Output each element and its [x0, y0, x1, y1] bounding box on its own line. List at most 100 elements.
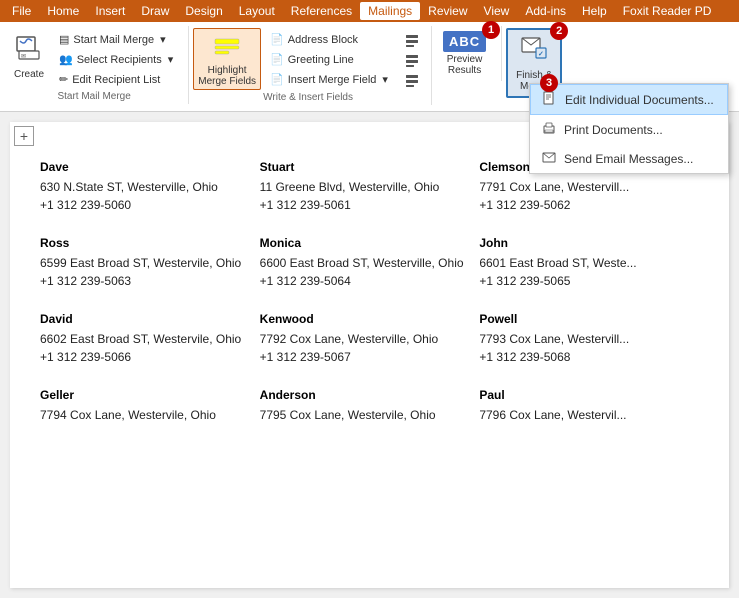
highlight-merge-fields-label: Highlight Merge Fields: [198, 65, 256, 87]
contact-address: 6602 East Broad ST, Westervile, Ohio: [40, 332, 250, 346]
menu-review[interactable]: Review: [420, 2, 475, 20]
contact-cell: Dave 630 N.State ST, Westerville, Ohio +1 …: [40, 152, 260, 228]
menu-draw[interactable]: Draw: [133, 2, 177, 20]
menu-addins[interactable]: Add-ins: [517, 2, 574, 20]
edit-individual-documents-item[interactable]: Edit Individual Documents...: [530, 84, 728, 115]
menu-help[interactable]: Help: [574, 2, 615, 20]
select-recipients-label: Select Recipients: [77, 54, 162, 66]
create-button[interactable]: ✉ Create: [8, 28, 50, 83]
start-mail-merge-label: Start Mail Merge: [73, 34, 154, 46]
send-email-label: Send Email Messages...: [564, 152, 693, 166]
insert-merge-field-icon: 📄: [270, 73, 284, 86]
contact-name: Geller: [40, 388, 250, 402]
menu-foxit[interactable]: Foxit Reader PD: [615, 2, 720, 20]
greeting-line-icon: 📄: [270, 53, 284, 66]
contact-phone: +1 312 239-5061: [260, 198, 470, 212]
edit-recipient-list-label: Edit Recipient List: [72, 74, 160, 86]
print-documents-icon: [542, 121, 556, 138]
svg-text:✓: ✓: [538, 51, 544, 58]
create-icon: ✉: [13, 31, 45, 67]
ribbon-group-start-mail-merge: ✉ Create ▤ Start Mail Merge ▾ 👥 Select R…: [4, 26, 189, 104]
contact-cell: Paul 7796 Cox Lane, Westervil...: [479, 380, 699, 442]
finish-merge-icon: ✓: [520, 34, 548, 68]
edit-recipient-list-icon: ✏: [59, 73, 68, 86]
document-area: + Dave 630 N.State ST, Westerville, Ohio +…: [0, 112, 739, 598]
print-documents-label: Print Documents...: [564, 123, 663, 137]
menu-file[interactable]: File: [4, 2, 39, 20]
menu-layout[interactable]: Layout: [231, 2, 283, 20]
svg-text:✉: ✉: [21, 54, 26, 60]
contact-address: 7795 Cox Lane, Westervile, Ohio: [260, 408, 470, 422]
contact-address: 7792 Cox Lane, Westerville, Ohio: [260, 332, 470, 346]
contact-address: 6601 East Broad ST, Weste...: [479, 256, 689, 270]
contact-phone: +1 312 239-5060: [40, 198, 250, 212]
edit-recipient-list-button[interactable]: ✏ Edit Recipient List: [52, 70, 180, 89]
preview-results-button[interactable]: 1 ABC Preview Results: [436, 28, 493, 79]
menu-view[interactable]: View: [476, 2, 518, 20]
select-recipients-button[interactable]: 👥 Select Recipients ▾: [52, 50, 180, 69]
extra-btn-1[interactable]: [401, 32, 423, 50]
contact-phone: +1 312 239-5064: [260, 274, 470, 288]
contact-cell: Stuart11 Greene Blvd, Westerville, Ohio+…: [260, 152, 480, 228]
contact-cell: Ross6599 East Broad ST, Westervile, Ohio…: [40, 228, 260, 304]
highlight-merge-fields-icon: [213, 31, 241, 63]
start-mail-merge-arrow: ▾: [160, 33, 166, 46]
extra-btn-3[interactable]: [401, 72, 423, 90]
contact-phone: +1 312 239-5063: [40, 274, 250, 288]
contact-name: David: [40, 312, 250, 326]
contact-name: Monica: [260, 236, 470, 250]
menu-mailings[interactable]: Mailings: [360, 2, 420, 20]
finish-merge-dropdown: 3 Edit Individual Documents... Print Doc…: [529, 83, 729, 174]
greeting-line-label: Greeting Line: [288, 54, 354, 66]
menu-design[interactable]: Design: [177, 2, 230, 20]
contact-phone: +1 312 239-5065: [479, 274, 689, 288]
start-mail-merge-group-label: Start Mail Merge: [57, 91, 130, 102]
highlight-merge-fields-button[interactable]: Highlight Merge Fields: [193, 28, 261, 90]
address-block-button[interactable]: 📄 Address Block: [263, 30, 395, 49]
start-mail-merge-icon: ▤: [59, 33, 69, 46]
contact-name: John: [479, 236, 689, 250]
contact-address: 6600 East Broad ST, Westerville, Ohio: [260, 256, 470, 270]
ribbon-group-preview: 1 ABC Preview Results: [432, 26, 502, 81]
badge-1: 1: [482, 21, 500, 39]
address-block-label: Address Block: [288, 34, 358, 46]
create-label: Create: [14, 69, 44, 80]
contact-address: 7794 Cox Lane, Westervile, Ohio: [40, 408, 250, 422]
contact-name: Dave: [40, 160, 250, 174]
contact-name: Powell: [479, 312, 689, 326]
extra-btn-2[interactable]: [401, 52, 423, 70]
contact-cell: Kenwood 7792 Cox Lane, Westerville, Ohio +…: [260, 304, 480, 380]
menu-bar: File Home Insert Draw Design Layout Refe…: [0, 0, 739, 22]
contact-grid: Dave 630 N.State ST, Westerville, Ohio +1 …: [40, 152, 699, 442]
send-email-icon: [542, 150, 556, 167]
contact-name: Paul: [479, 388, 689, 402]
document-page: Dave 630 N.State ST, Westerville, Ohio +1 …: [10, 122, 729, 588]
contact-address: 630 N.State ST, Westerville, Ohio: [40, 180, 250, 194]
contact-address: 11 Greene Blvd, Westerville, Ohio: [260, 180, 470, 194]
select-recipients-icon: 👥: [59, 53, 73, 66]
add-button[interactable]: +: [14, 126, 34, 146]
contact-name: Kenwood: [260, 312, 470, 326]
ribbon-group-write-insert: Highlight Merge Fields 📄 Address Block 📄…: [189, 26, 432, 105]
contact-name: Anderson: [260, 388, 470, 402]
insert-merge-field-arrow: ▾: [382, 73, 388, 86]
badge-2: 2: [550, 22, 568, 40]
contact-phone: +1 312 239-5068: [479, 350, 689, 364]
greeting-line-button[interactable]: 📄 Greeting Line: [263, 50, 395, 69]
contact-address: 7796 Cox Lane, Westervil...: [479, 408, 689, 422]
insert-merge-field-button[interactable]: 📄 Insert Merge Field ▾: [263, 70, 395, 89]
contact-address: 7793 Cox Lane, Westervill...: [479, 332, 689, 346]
contact-cell: David 6602 East Broad ST, Westervile, Ohi…: [40, 304, 260, 380]
contact-cell: Monica 6600 East Broad ST, Westerville, O…: [260, 228, 480, 304]
menu-insert[interactable]: Insert: [87, 2, 133, 20]
insert-merge-field-label: Insert Merge Field: [288, 74, 377, 86]
menu-references[interactable]: References: [283, 2, 360, 20]
contact-phone: +1 312 239-5067: [260, 350, 470, 364]
print-documents-item[interactable]: Print Documents...: [530, 115, 728, 144]
contact-phone: +1 312 239-5062: [479, 198, 689, 212]
send-email-messages-item[interactable]: Send Email Messages...: [530, 144, 728, 173]
badge-3: 3: [540, 74, 558, 92]
contact-name: Ross: [40, 236, 250, 250]
menu-home[interactable]: Home: [39, 2, 87, 20]
start-mail-merge-button[interactable]: ▤ Start Mail Merge ▾: [52, 30, 180, 49]
